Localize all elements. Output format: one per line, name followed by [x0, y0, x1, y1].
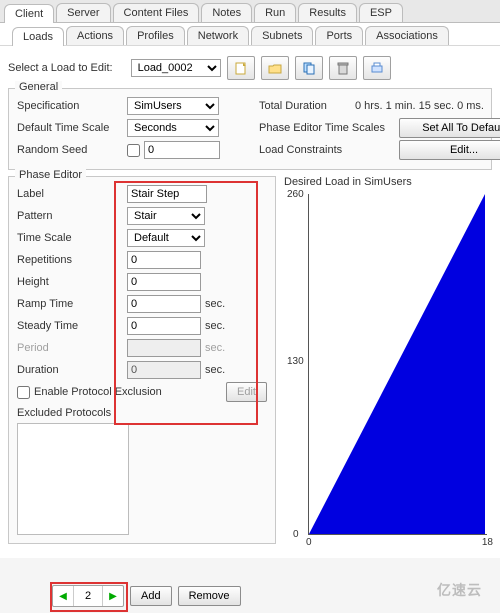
- ytick-bot: 0: [293, 529, 299, 540]
- pager-prev[interactable]: ◀: [53, 586, 73, 606]
- totaldur-label: Total Duration: [259, 100, 355, 112]
- subtab-profiles[interactable]: Profiles: [126, 26, 185, 45]
- steady-unit: sec.: [205, 320, 225, 332]
- load-select[interactable]: Load_0002: [131, 59, 221, 77]
- copy-icon: [302, 61, 316, 75]
- pager: ◀ ▶: [52, 585, 124, 607]
- totaldur-value: 0 hrs. 1 min. 15 sec. 0 ms.: [355, 100, 484, 112]
- default-tscale-select[interactable]: Seconds: [127, 119, 219, 137]
- add-button[interactable]: Add: [130, 586, 172, 606]
- tab-content-files[interactable]: Content Files: [113, 3, 200, 22]
- height-input[interactable]: [127, 273, 201, 291]
- group-phase-editor: Phase Editor Label Pattern Stair Time Sc…: [8, 176, 276, 544]
- default-tscale-label: Default Time Scale: [17, 122, 127, 134]
- enable-exclusion-checkbox[interactable]: [17, 386, 30, 399]
- group-general: General Specification SimUsers Default T…: [8, 88, 492, 170]
- phase-title: Phase Editor: [15, 169, 86, 181]
- phase-tscale-select[interactable]: Default: [127, 229, 205, 247]
- seed-checkbox[interactable]: [127, 144, 140, 157]
- pattern-label: Pattern: [17, 210, 127, 222]
- tab-client[interactable]: Client: [4, 4, 54, 23]
- seed-input[interactable]: [144, 141, 220, 159]
- excluded-protocols-list[interactable]: [17, 423, 129, 535]
- xtick-left: 0: [306, 537, 312, 548]
- footer: ◀ ▶ Add Remove: [8, 585, 492, 607]
- toolbar: Select a Load to Edit: Load_0002: [8, 54, 492, 88]
- duration-label: Duration: [17, 364, 127, 376]
- chart-title: Desired Load in SimUsers: [284, 176, 492, 188]
- print-button[interactable]: [363, 56, 391, 80]
- spec-label: Specification: [17, 100, 127, 112]
- open-icon: [268, 61, 282, 75]
- toolbar-label: Select a Load to Edit:: [8, 62, 113, 74]
- subtab-loads[interactable]: Loads: [12, 27, 64, 46]
- ramp-label: Ramp Time: [17, 298, 127, 310]
- group-general-title: General: [15, 81, 62, 93]
- copy-button[interactable]: [295, 56, 323, 80]
- subtab-network[interactable]: Network: [187, 26, 249, 45]
- watermark: 亿速云: [437, 580, 482, 600]
- print-icon: [370, 61, 384, 75]
- period-input: [127, 339, 201, 357]
- tabs-sub: Loads Actions Profiles Network Subnets P…: [0, 23, 500, 46]
- label-input[interactable]: [127, 185, 207, 203]
- new-icon: [234, 61, 248, 75]
- pattern-select[interactable]: Stair: [127, 207, 205, 225]
- chart-area: 260 130 0 0 18: [308, 194, 487, 535]
- tab-results[interactable]: Results: [298, 3, 357, 22]
- seed-label: Random Seed: [17, 144, 127, 156]
- ytick-mid: 130: [287, 356, 304, 367]
- tab-server[interactable]: Server: [56, 3, 110, 22]
- exclusion-edit-button: Edit: [226, 382, 267, 402]
- duration-unit: sec.: [205, 364, 225, 376]
- ytick-top: 260: [287, 189, 304, 200]
- ramp-unit: sec.: [205, 298, 225, 310]
- remove-button[interactable]: Remove: [178, 586, 241, 606]
- enable-exclusion-label: Enable Protocol Exclusion: [34, 386, 226, 398]
- pager-next[interactable]: ▶: [103, 586, 123, 606]
- subtab-associations[interactable]: Associations: [365, 26, 449, 45]
- reps-input[interactable]: [127, 251, 201, 269]
- spec-select[interactable]: SimUsers: [127, 97, 219, 115]
- xtick-right: 18: [482, 537, 493, 548]
- tab-run[interactable]: Run: [254, 3, 296, 22]
- tab-notes[interactable]: Notes: [201, 3, 252, 22]
- phasescales-label: Phase Editor Time Scales: [259, 122, 399, 134]
- new-button[interactable]: [227, 56, 255, 80]
- trash-icon: [336, 61, 350, 75]
- phase-tscale-label: Time Scale: [17, 232, 127, 244]
- chart-series-fill: [309, 194, 485, 534]
- delete-button[interactable]: [329, 56, 357, 80]
- subtab-actions[interactable]: Actions: [66, 26, 124, 45]
- subtab-subnets[interactable]: Subnets: [251, 26, 313, 45]
- pager-input[interactable]: [73, 586, 103, 606]
- tab-esp[interactable]: ESP: [359, 3, 403, 22]
- steady-label: Steady Time: [17, 320, 127, 332]
- period-unit: sec.: [205, 342, 225, 354]
- constraints-label: Load Constraints: [259, 144, 399, 156]
- subtab-ports[interactable]: Ports: [315, 26, 363, 45]
- set-all-default-button[interactable]: Set All To Default: [399, 118, 500, 138]
- label-label: Label: [17, 188, 127, 200]
- excluded-protocols-label: Excluded Protocols: [17, 407, 267, 419]
- height-label: Height: [17, 276, 127, 288]
- period-label: Period: [17, 342, 127, 354]
- tabs-top: Client Server Content Files Notes Run Re…: [0, 0, 500, 23]
- edit-constraints-button[interactable]: Edit...: [399, 140, 500, 160]
- duration-input: [127, 361, 201, 379]
- chart-panel: Desired Load in SimUsers 260 130 0 0 18: [284, 176, 492, 550]
- ramp-input[interactable]: [127, 295, 201, 313]
- reps-label: Repetitions: [17, 254, 127, 266]
- steady-input[interactable]: [127, 317, 201, 335]
- open-button[interactable]: [261, 56, 289, 80]
